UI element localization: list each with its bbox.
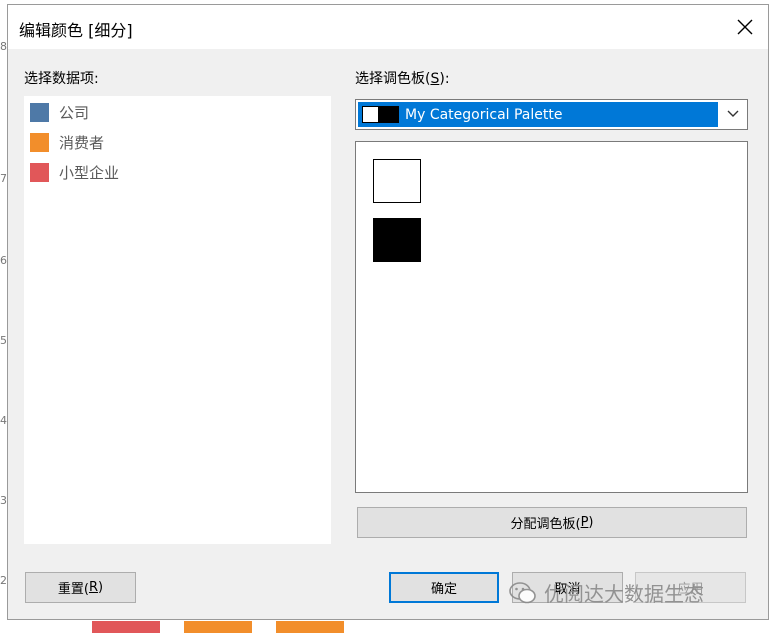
assign-prefix: 分配调色板( bbox=[510, 517, 581, 532]
bg-bar bbox=[276, 621, 344, 633]
preview-white-swatch bbox=[362, 106, 379, 123]
ok-button[interactable]: 确定 bbox=[389, 572, 499, 603]
assign-key: P bbox=[580, 515, 589, 530]
palette-label-prefix: 选择调色板( bbox=[355, 71, 431, 87]
list-item-label: 公司 bbox=[59, 103, 90, 122]
assign-palette-button[interactable]: 分配调色板(P) bbox=[357, 507, 747, 538]
bg-tick: 4 bbox=[0, 414, 7, 427]
close-icon bbox=[737, 19, 753, 35]
title-bar[interactable]: 编辑颜色 [细分] bbox=[8, 5, 768, 49]
palette-swatch[interactable] bbox=[373, 218, 421, 262]
palette-preview bbox=[362, 106, 399, 123]
list-item-label: 小型企业 bbox=[59, 163, 120, 182]
close-button[interactable] bbox=[722, 5, 768, 49]
list-item[interactable]: 小型企业 bbox=[30, 161, 119, 183]
bg-tick: 3 bbox=[0, 494, 7, 507]
palette-label: 选择调色板(S): bbox=[355, 68, 450, 88]
palette-select[interactable]: My Categorical Palette bbox=[355, 99, 748, 130]
bg-bar bbox=[184, 621, 252, 633]
bg-tick: 6 bbox=[0, 254, 7, 267]
reset-prefix: 重置( bbox=[57, 582, 89, 597]
palette-label-suffix: ): bbox=[439, 71, 450, 87]
data-items-list[interactable]: 公司 消费者 小型企业 bbox=[24, 96, 331, 544]
reset-button[interactable]: 重置(R) bbox=[25, 572, 136, 603]
data-items-label: 选择数据项: bbox=[24, 71, 99, 87]
color-swatch bbox=[30, 162, 49, 182]
palette-select-text: My Categorical Palette bbox=[405, 106, 563, 123]
color-swatch bbox=[30, 132, 49, 152]
list-item[interactable]: 消费者 bbox=[30, 131, 104, 153]
assign-suffix: ) bbox=[588, 515, 594, 530]
palette-select-value: My Categorical Palette bbox=[358, 102, 718, 127]
bg-bar bbox=[92, 621, 160, 633]
bg-tick: 7 bbox=[0, 172, 7, 185]
wechat-icon bbox=[509, 581, 536, 603]
reset-key: R bbox=[88, 580, 99, 595]
bg-tick: 5 bbox=[0, 334, 7, 347]
bg-tick: 2 bbox=[0, 574, 7, 587]
edit-colors-dialog: 编辑颜色 [细分] 选择数据项: 公司 消费者 小型企业 选择调色板(S): M… bbox=[7, 4, 769, 620]
list-item-label: 消费者 bbox=[59, 133, 105, 152]
watermark: 优阅达大数据生态 bbox=[508, 578, 704, 607]
palette-swatches-panel bbox=[355, 141, 748, 493]
preview-black-swatch bbox=[379, 106, 399, 123]
reset-suffix: ) bbox=[98, 580, 104, 595]
chevron-down-icon bbox=[727, 110, 739, 117]
watermark-text: 优阅达大数据生态 bbox=[544, 582, 704, 606]
palette-swatch[interactable] bbox=[373, 159, 421, 203]
dialog-title: 编辑颜色 [细分] bbox=[19, 21, 133, 40]
list-item[interactable]: 公司 bbox=[30, 101, 89, 123]
color-swatch bbox=[30, 102, 49, 122]
bg-tick: 8 bbox=[0, 40, 7, 53]
